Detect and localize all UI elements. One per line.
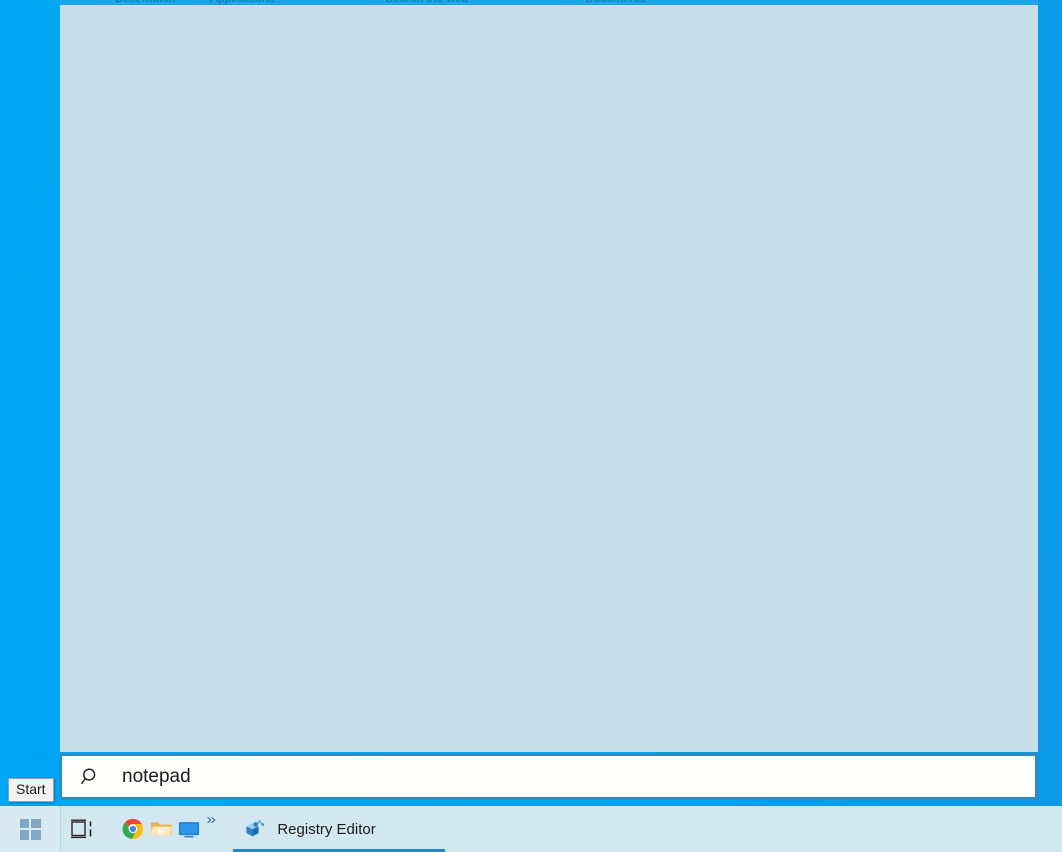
task-view-button[interactable]: [61, 806, 105, 852]
start-menu-search-flyout: Best match Applications Search the web D…: [60, 0, 1038, 800]
taskbar: » Registry Editor: [0, 806, 1062, 852]
taskbar-item-registry-editor[interactable]: Registry Editor: [233, 806, 445, 852]
search-category-header-strip: Best match Applications Search the web D…: [60, 0, 1038, 5]
taskbar-overflow-chevron-icon[interactable]: »: [206, 811, 216, 828]
category-header-applications: Applications: [210, 0, 275, 5]
registry-editor-icon: [243, 817, 267, 841]
category-header-best-match: Best match: [115, 0, 175, 5]
start-button-tooltip: Start: [8, 778, 54, 802]
taskbar-item-label: Registry Editor: [277, 821, 375, 838]
chrome-icon[interactable]: [119, 806, 147, 852]
search-results-surface[interactable]: Best match Applications Search the web D…: [60, 0, 1038, 752]
remote-desktop-icon[interactable]: [175, 806, 203, 852]
search-icon: [81, 767, 101, 787]
category-header-search-the-web: Search the web: [385, 0, 468, 5]
search-input[interactable]: [122, 763, 822, 791]
search-box[interactable]: [60, 753, 1038, 800]
task-view-icon: [71, 819, 95, 839]
windows-logo-icon: [20, 819, 41, 840]
start-button[interactable]: [0, 806, 60, 852]
category-header-documents: Documents: [585, 0, 646, 5]
file-explorer-icon[interactable]: [147, 806, 175, 852]
taskbar-tray-icons: »: [119, 806, 215, 852]
